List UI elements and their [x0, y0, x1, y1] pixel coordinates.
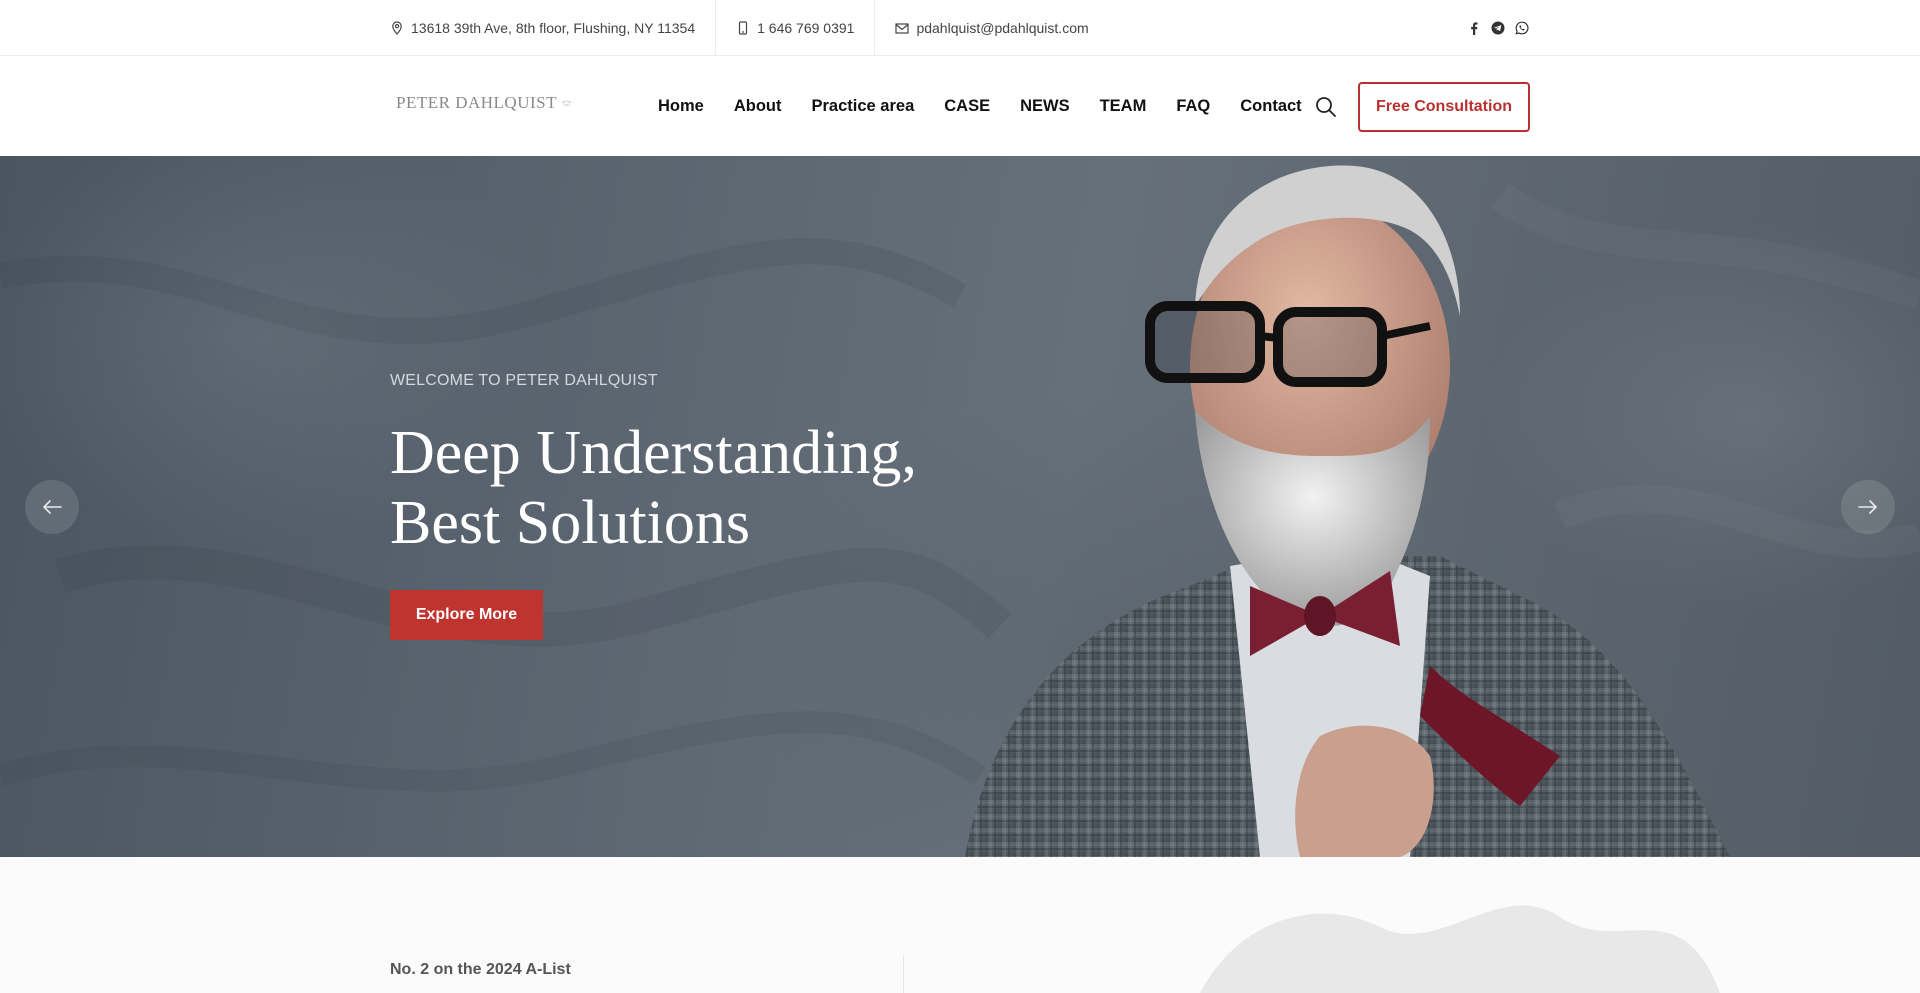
email-text[interactable]: pdahlquist@pdahlquist.com — [916, 20, 1088, 36]
nav-team[interactable]: TEAM — [1100, 97, 1147, 116]
nav-home[interactable]: Home — [658, 97, 704, 116]
mobile-phone-icon — [736, 21, 750, 35]
telegram-icon[interactable] — [1490, 20, 1506, 36]
explore-more-button[interactable]: Explore More — [390, 590, 543, 640]
arrow-right-icon — [1858, 500, 1877, 514]
nav-faq[interactable]: FAQ — [1176, 97, 1210, 116]
logo-text: PETER DAHLQUIST — [396, 93, 557, 112]
section-divider — [903, 955, 904, 993]
nav-news[interactable]: NEWS — [1020, 97, 1070, 116]
slider-next-button[interactable] — [1841, 480, 1895, 534]
hero-slider: WELCOME TO PETER DAHLQUIST Deep Understa… — [0, 156, 1920, 857]
phone-text[interactable]: 1 646 769 0391 — [757, 20, 854, 36]
site-logo[interactable]: PETER DAHLQUIST — [396, 83, 572, 123]
map-pin-icon — [390, 21, 404, 35]
a-list-ranking-text: No. 2 on the 2024 A-List — [390, 961, 571, 978]
nav-contact[interactable]: Contact — [1240, 97, 1301, 116]
hero-title-line-1: Deep Understanding, — [390, 419, 917, 487]
envelope-icon — [895, 21, 910, 35]
facebook-icon[interactable] — [1466, 20, 1482, 36]
phone-item[interactable]: 1 646 769 0391 — [716, 0, 876, 56]
search-icon[interactable] — [1314, 95, 1338, 119]
top-contact-bar-inner: 13618 39th Ave, 8th floor, Flushing, NY … — [390, 0, 1530, 56]
email-item[interactable]: pdahlquist@pdahlquist.com — [875, 0, 1089, 56]
hero-content: WELCOME TO PETER DAHLQUIST Deep Understa… — [390, 156, 1010, 857]
whatsapp-icon[interactable] — [1514, 20, 1530, 36]
free-consultation-button[interactable]: Free Consultation — [1358, 82, 1530, 132]
main-navigation: Home About Practice area CASE NEWS TEAM … — [658, 57, 1332, 156]
hero-portrait-image — [965, 165, 1730, 857]
hero-title: Deep Understanding, Best Solutions — [390, 418, 917, 558]
slider-prev-button[interactable] — [25, 480, 79, 534]
decorative-ink-smoke — [1200, 905, 1720, 993]
nav-about[interactable]: About — [734, 97, 782, 116]
address-text: 13618 39th Ave, 8th floor, Flushing, NY … — [411, 20, 696, 36]
eagle-emblem-icon — [562, 100, 571, 107]
hero-eyebrow: WELCOME TO PETER DAHLQUIST — [390, 372, 658, 389]
nav-practice-area[interactable]: Practice area — [812, 97, 915, 116]
address-item: 13618 39th Ave, 8th floor, Flushing, NY … — [390, 0, 717, 56]
nav-case[interactable]: CASE — [944, 97, 990, 116]
site-header: PETER DAHLQUIST Home About Practice area… — [0, 57, 1920, 156]
top-contact-bar: 13618 39th Ave, 8th floor, Flushing, NY … — [0, 0, 1920, 56]
arrow-left-icon — [43, 500, 62, 514]
social-links — [1466, 20, 1530, 36]
awards-section: No. 2 on the 2024 A-List — [0, 857, 1920, 993]
hero-title-line-2: Best Solutions — [390, 489, 751, 557]
